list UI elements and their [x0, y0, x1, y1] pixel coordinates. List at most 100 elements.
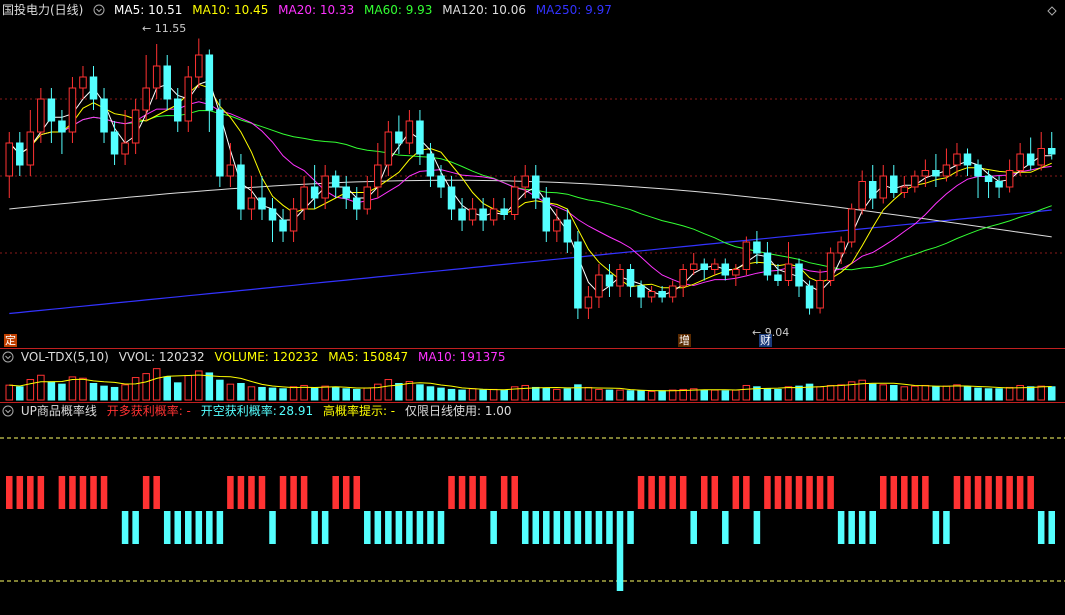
long-prob-bar: [785, 476, 792, 509]
volume-panel[interactable]: VOL-TDX(5,10) VVOL: 120232 VOLUME: 12023…: [0, 349, 1065, 402]
short-prob-bar: [1048, 511, 1055, 544]
long-prob-bar: [711, 476, 719, 509]
long-prob-bar: [479, 476, 487, 509]
volume-bar: [310, 387, 319, 401]
short-prob-bar: [311, 511, 318, 544]
long-prob-bar: [16, 476, 24, 509]
volume-bar: [458, 389, 466, 401]
volume-bar: [173, 382, 182, 401]
candle-body: [668, 285, 677, 298]
long-prob-bar: [658, 476, 666, 509]
volume-bar: [37, 374, 45, 401]
candle-body: [152, 65, 161, 89]
indicator-panel[interactable]: UP商品概率线 开多获利概率: - 开空获利概率: 28.91 高概率提示: - …: [0, 403, 1065, 615]
volume-bar: [542, 387, 551, 401]
long-prob-bar: [953, 476, 961, 509]
volume-bar: [142, 373, 150, 401]
candle-body: [331, 175, 340, 188]
candle-body: [858, 181, 866, 210]
candle-body: [500, 208, 508, 215]
volume-bar: [953, 384, 961, 401]
volume-bar: [921, 384, 930, 401]
volume-bar: [911, 385, 919, 401]
candle-body: [479, 208, 487, 221]
short-prob-bar: [132, 511, 139, 544]
candle-body: [637, 285, 645, 298]
candle-body: [363, 186, 372, 210]
long-prob-bar: [79, 476, 87, 509]
candle-body: [521, 175, 529, 188]
short-prob-bar: [564, 511, 571, 544]
volume-bar: [605, 389, 614, 401]
volume-bar: [58, 383, 66, 401]
candle-body: [321, 175, 329, 199]
long-prob-bar: [248, 476, 255, 509]
long-prob-bar: [58, 476, 66, 509]
volume-bar: [616, 389, 624, 401]
candlestick-chart[interactable]: [0, 0, 1065, 348]
candle-body: [426, 153, 435, 177]
long-prob-bar: [890, 476, 898, 509]
short-prob-bar: [943, 511, 950, 544]
short-prob-bar: [585, 511, 592, 544]
volume-bar: [732, 389, 740, 401]
price-panel[interactable]: 国投电力(日线) MA5: 10.51 MA10: 10.45 MA20: 10…: [0, 0, 1065, 348]
candle-body: [458, 208, 466, 221]
long-prob-bar: [901, 476, 908, 509]
candle-body: [110, 131, 119, 155]
short-prob-bar: [163, 511, 171, 544]
candle-body: [921, 170, 930, 177]
volume-bar: [668, 389, 677, 401]
long-prob-bar: [1016, 476, 1024, 509]
candle-body: [837, 241, 845, 254]
volume-bar: [574, 384, 582, 401]
candle-body: [216, 109, 224, 177]
long-prob-bar: [985, 476, 992, 509]
long-prob-bar: [911, 476, 919, 509]
short-prob-bar: [490, 511, 497, 544]
short-prob-bar: [837, 511, 845, 544]
candle-body: [868, 181, 877, 199]
candle-body: [679, 269, 687, 287]
volume-bar: [363, 387, 372, 401]
long-prob-bar: [27, 476, 34, 509]
long-prob-bar: [816, 476, 824, 509]
candle-body: [732, 269, 740, 276]
candle-body: [711, 263, 719, 270]
volume-bar: [532, 386, 540, 401]
short-prob-bar: [1037, 511, 1045, 544]
tag-ding[interactable]: 定: [4, 334, 17, 347]
long-prob-bar: [1027, 476, 1034, 509]
high-price-value: 11.55: [154, 22, 187, 35]
candle-body: [121, 142, 129, 155]
short-prob-bar: [553, 511, 561, 544]
volume-bar: [237, 383, 245, 401]
volume-bar: [279, 388, 287, 401]
candle-body: [1037, 148, 1045, 166]
candle-body: [984, 175, 993, 182]
candle-body: [89, 76, 98, 100]
long-prob-bar: [300, 476, 308, 509]
tag-zeng[interactable]: 增: [678, 334, 691, 347]
candle-body: [352, 197, 361, 210]
volume-bar: [974, 387, 982, 401]
probability-chart[interactable]: [0, 403, 1065, 615]
candle-body: [1047, 148, 1056, 155]
volume-bar: [89, 383, 98, 401]
volume-bar: [152, 368, 161, 401]
short-prob-bar: [427, 511, 434, 544]
volume-bar: [437, 387, 445, 401]
candle-body: [700, 263, 709, 270]
candle-body: [658, 291, 666, 298]
candle-body: [195, 54, 203, 78]
candle-body: [900, 186, 909, 193]
volume-chart[interactable]: [0, 349, 1065, 402]
short-prob-bar: [206, 511, 213, 544]
volume-bar: [121, 384, 129, 401]
candle-body: [689, 263, 698, 270]
candle-body: [1016, 153, 1024, 171]
short-prob-bar: [532, 511, 540, 544]
short-prob-bar: [606, 511, 613, 544]
candle-body: [616, 269, 624, 287]
long-prob-bar: [332, 476, 339, 509]
